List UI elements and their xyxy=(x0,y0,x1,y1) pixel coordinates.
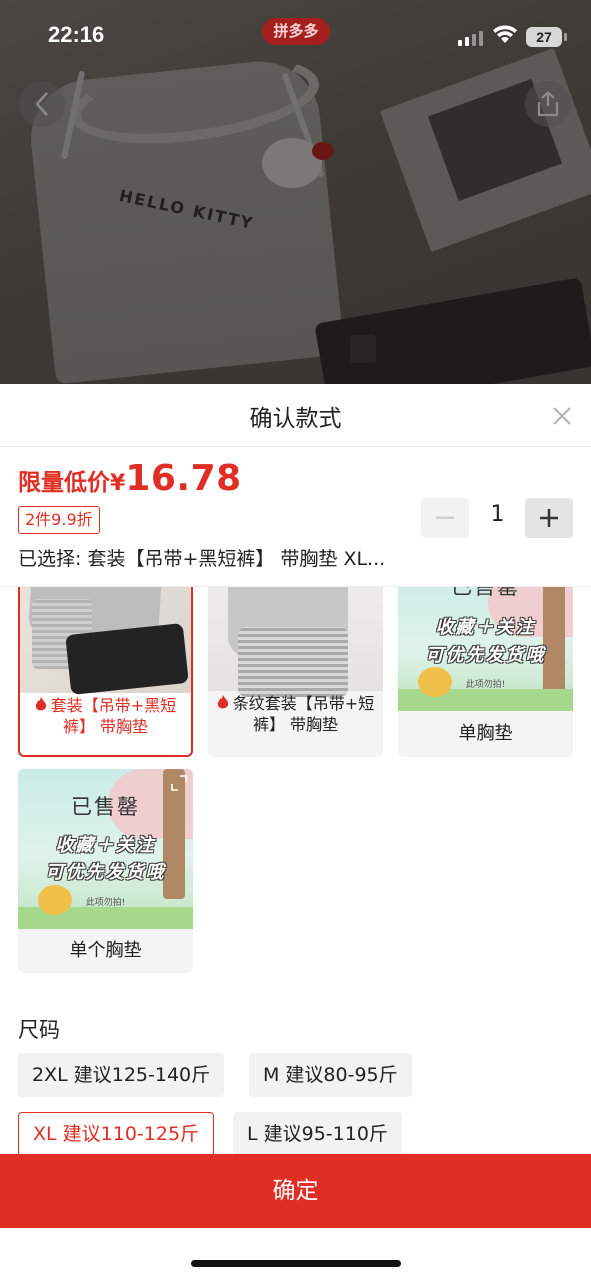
option-thumbnail: 已售罄 收藏＋关注 可优先发货哦 此项勿拍! xyxy=(18,769,193,929)
spec-selection-sheet: 确认款式 限量低价¥16.78 2件9.9折 1 已选择: 套装【吊带+黑短裤】… xyxy=(0,384,591,1280)
option-label-wrap: 套装【吊带+黑短裤】 带胸垫 xyxy=(20,695,191,737)
option-label: 单个胸垫 xyxy=(69,940,142,961)
quantity-decrease-button[interactable] xyxy=(421,498,469,538)
option-label-wrap: 条纹套装【吊带+短裤】 带胸垫 xyxy=(208,693,383,735)
back-button[interactable] xyxy=(19,81,65,127)
quantity-value[interactable]: 1 xyxy=(470,502,525,527)
home-indicator xyxy=(191,1260,401,1267)
confirm-button[interactable]: 确定 xyxy=(0,1154,591,1228)
price-value: 16.78 xyxy=(125,458,242,499)
flame-icon xyxy=(35,697,46,711)
option-thumbnail xyxy=(20,587,191,696)
size-option-l[interactable]: L 建议95-110斤 xyxy=(233,1112,402,1156)
sold-out-note: 此项勿拍! xyxy=(85,898,126,908)
chevron-left-icon xyxy=(35,92,48,116)
style-option-card[interactable]: 条纹套装【吊带+短裤】 带胸垫 xyxy=(208,587,383,757)
size-option-m[interactable]: M 建议80-95斤 xyxy=(249,1053,412,1097)
share-icon xyxy=(537,91,559,117)
size-section-title: 尺码 xyxy=(18,1018,60,1042)
option-thumbnail xyxy=(208,587,383,697)
thumb-shorts xyxy=(238,627,348,697)
selected-spec-text: 已选择: 套装【吊带+黑短裤】 带胸垫 XL... xyxy=(18,548,386,570)
style-option-card[interactable]: 套装【吊带+黑短裤】 带胸垫 xyxy=(18,587,193,757)
option-label: 套装【吊带+黑短裤】 带胸垫 xyxy=(50,696,177,736)
share-button[interactable] xyxy=(525,81,571,127)
kitty-bow xyxy=(312,142,334,160)
sold-out-line1: 收藏＋关注 xyxy=(55,835,156,856)
plus-icon xyxy=(540,509,558,527)
style-option-card[interactable]: 已售罄 收藏＋关注 可优先发货哦 此项勿拍! 单胸垫 xyxy=(398,587,573,757)
style-option-card[interactable]: 已售罄 收藏＋关注 可优先发货哦 此项勿拍! 单个胸垫 xyxy=(18,769,193,973)
thumb-shorts xyxy=(65,622,189,696)
option-label: 条纹套装【吊带+短裤】 带胸垫 xyxy=(232,694,375,734)
expand-icon[interactable] xyxy=(171,775,187,791)
sold-out-note: 此项勿拍! xyxy=(465,680,506,690)
sheet-title: 确认款式 xyxy=(249,406,342,432)
discount-tag: 2件9.9折 xyxy=(18,506,100,534)
sold-out-line1: 收藏＋关注 xyxy=(435,617,536,638)
price-row: 限量低价¥16.78 xyxy=(18,458,242,499)
wifi-icon xyxy=(493,25,517,43)
close-icon[interactable] xyxy=(548,402,576,430)
style-options: 套装【吊带+黑短裤】 带胸垫 条纹套装【吊带+短裤】 带胸垫 已售罄 收藏＋关注 xyxy=(0,587,591,987)
minus-icon xyxy=(436,516,454,519)
status-time: 22:16 xyxy=(48,22,105,47)
sold-out-line2: 可优先发货哦 xyxy=(425,645,546,666)
status-bar: 22:16 拼多多 27 xyxy=(0,0,591,64)
option-label: 单胸垫 xyxy=(458,723,513,744)
size-option-xl[interactable]: XL 建议110-125斤 xyxy=(18,1112,215,1156)
cellular-signal-icon xyxy=(458,30,484,46)
flame-icon xyxy=(217,695,228,709)
app-badge: 拼多多 xyxy=(262,18,330,45)
size-option-2xl[interactable]: 2XL 建议125-140斤 xyxy=(18,1053,225,1097)
battery-icon: 27 xyxy=(526,27,567,47)
sold-out-title: 已售罄 xyxy=(71,795,140,819)
price-currency: ¥ xyxy=(110,471,126,496)
sold-out-title: 已售罄 xyxy=(451,587,520,599)
quantity-increase-button[interactable] xyxy=(525,498,573,538)
price-label: 限量低价 xyxy=(18,470,110,496)
sheet-header: 确认款式 xyxy=(0,384,591,447)
shorts-shape xyxy=(314,277,591,384)
shorts-patch xyxy=(350,335,376,363)
option-thumbnail: 已售罄 收藏＋关注 可优先发货哦 此项勿拍! xyxy=(398,587,573,711)
sold-out-line2: 可优先发货哦 xyxy=(45,862,166,883)
